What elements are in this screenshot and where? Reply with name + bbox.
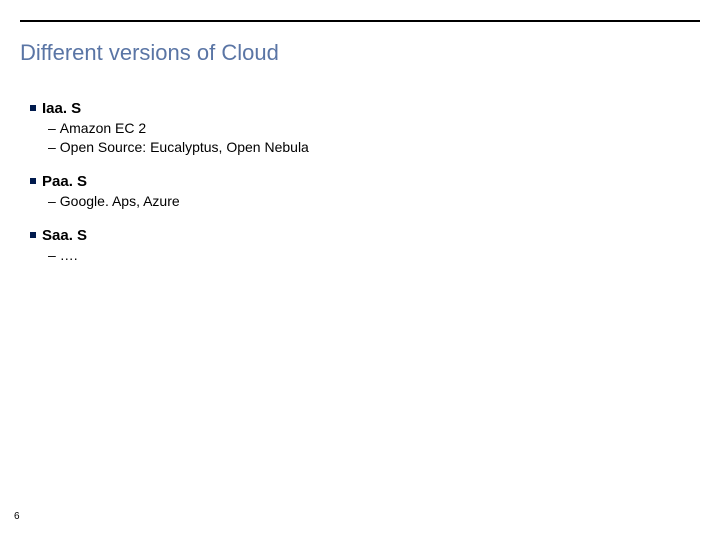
section-paas: Paa. S –Google. Aps, Azure [30, 173, 690, 211]
item-text: …. [60, 247, 78, 263]
subitems: –Google. Aps, Azure [48, 192, 690, 211]
dash-icon: – [48, 139, 56, 155]
subitems: –Amazon EC 2 –Open Source: Eucalyptus, O… [48, 119, 690, 157]
list-item: –Open Source: Eucalyptus, Open Nebula [48, 138, 690, 157]
slide-content: Iaa. S –Amazon EC 2 –Open Source: Eucaly… [30, 100, 690, 281]
list-item: –Amazon EC 2 [48, 119, 690, 138]
square-bullet-icon [30, 178, 36, 184]
section-saas: Saa. S –…. [30, 227, 690, 265]
section-iaas: Iaa. S –Amazon EC 2 –Open Source: Eucaly… [30, 100, 690, 157]
list-item: –…. [48, 246, 690, 265]
page-number: 6 [14, 511, 20, 522]
heading-text: Iaa. S [42, 100, 81, 117]
heading-text: Paa. S [42, 173, 87, 190]
top-rule [20, 20, 700, 22]
list-item: –Google. Aps, Azure [48, 192, 690, 211]
subitems: –…. [48, 246, 690, 265]
slide-title: Different versions of Cloud [20, 40, 279, 66]
item-text: Open Source: Eucalyptus, Open Nebula [60, 139, 309, 155]
dash-icon: – [48, 193, 56, 209]
square-bullet-icon [30, 105, 36, 111]
item-text: Amazon EC 2 [60, 120, 146, 136]
section-heading: Paa. S [30, 173, 690, 190]
slide: Different versions of Cloud Iaa. S –Amaz… [0, 0, 720, 540]
square-bullet-icon [30, 232, 36, 238]
dash-icon: – [48, 120, 56, 136]
section-heading: Saa. S [30, 227, 690, 244]
dash-icon: – [48, 247, 56, 263]
heading-text: Saa. S [42, 227, 87, 244]
item-text: Google. Aps, Azure [60, 193, 180, 209]
section-heading: Iaa. S [30, 100, 690, 117]
